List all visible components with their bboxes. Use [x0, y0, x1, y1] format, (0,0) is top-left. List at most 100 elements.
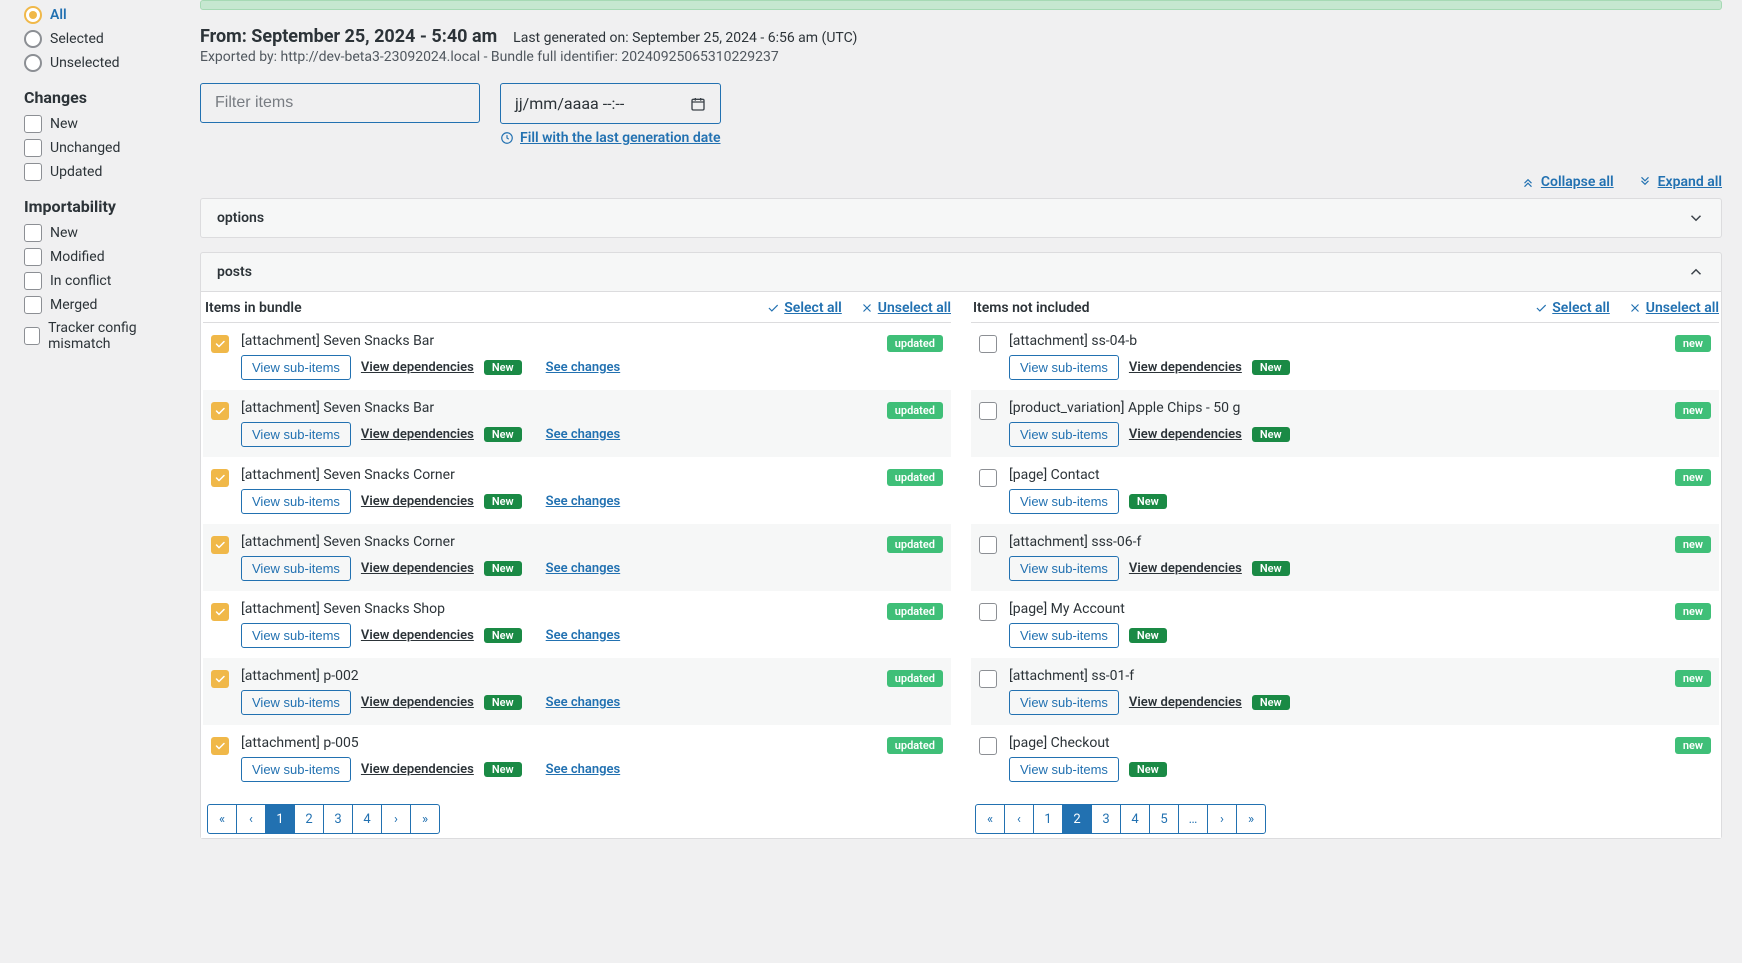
item-checkbox[interactable] [211, 670, 229, 688]
status-badge: updated [887, 603, 943, 620]
item-checkbox[interactable] [211, 402, 229, 420]
view-dependencies-link[interactable]: View dependencies [361, 561, 474, 576]
item-checkbox[interactable] [211, 603, 229, 621]
view-sub-items-button[interactable]: View sub-items [1009, 690, 1119, 715]
see-changes-link[interactable]: See changes [546, 762, 621, 777]
item-main: [attachment] Seven Snacks ShopView sub-i… [241, 601, 875, 648]
importability-in-conflict[interactable]: In conflict [24, 272, 184, 290]
selection-selected[interactable]: Selected [24, 30, 184, 48]
pagination-left: «‹1234›» [207, 804, 951, 834]
close-icon [860, 301, 874, 315]
view-sub-items-button[interactable]: View sub-items [1009, 355, 1119, 380]
page-button[interactable]: 5 [1149, 804, 1179, 834]
changes-new[interactable]: New [24, 115, 184, 133]
view-sub-items-button[interactable]: View sub-items [241, 556, 351, 581]
item-checkbox[interactable] [979, 402, 997, 420]
view-dependencies-link[interactable]: View dependencies [1129, 360, 1242, 375]
item-main: [attachment] p-002View sub-itemsView dep… [241, 668, 875, 715]
view-sub-items-button[interactable]: View sub-items [1009, 757, 1119, 782]
view-dependencies-link[interactable]: View dependencies [361, 494, 474, 509]
see-changes-link[interactable]: See changes [546, 360, 621, 375]
page-button[interactable]: › [381, 804, 411, 834]
importability-heading: Importability [24, 197, 184, 216]
panel-posts-header[interactable]: posts [201, 253, 1721, 291]
item-checkbox[interactable] [979, 603, 997, 621]
date-input[interactable]: jj/mm/aaaa --:-- [500, 83, 721, 124]
view-dependencies-link[interactable]: View dependencies [361, 628, 474, 643]
importability-new[interactable]: New [24, 224, 184, 242]
select-all-link[interactable]: Select all [1534, 300, 1610, 316]
page-button[interactable]: » [1236, 804, 1266, 834]
select-all-link[interactable]: Select all [766, 300, 842, 316]
page-button[interactable]: 2 [294, 804, 324, 834]
unselect-all-link[interactable]: Unselect all [1628, 300, 1719, 316]
filter-input[interactable] [200, 83, 480, 123]
view-sub-items-button[interactable]: View sub-items [241, 690, 351, 715]
item-checkbox[interactable] [979, 335, 997, 353]
status-badge: new [1675, 469, 1711, 486]
item-checkbox[interactable] [979, 737, 997, 755]
status-badge: updated [887, 670, 943, 687]
importability-modified[interactable]: Modified [24, 248, 184, 266]
item-checkbox[interactable] [979, 469, 997, 487]
changes-unchanged[interactable]: Unchanged [24, 139, 184, 157]
importability-merged[interactable]: Merged [24, 296, 184, 314]
see-changes-link[interactable]: See changes [546, 628, 621, 643]
see-changes-link[interactable]: See changes [546, 695, 621, 710]
fill-date-link[interactable]: Fill with the last generation date [500, 130, 721, 146]
view-sub-items-button[interactable]: View sub-items [241, 757, 351, 782]
page-button[interactable]: « [207, 804, 237, 834]
view-sub-items-button[interactable]: View sub-items [241, 355, 351, 380]
page-button[interactable]: » [410, 804, 440, 834]
page-button[interactable]: 1 [1033, 804, 1063, 834]
selection-all[interactable]: All [24, 6, 184, 24]
view-dependencies-link[interactable]: View dependencies [361, 360, 474, 375]
view-dependencies-link[interactable]: View dependencies [1129, 561, 1242, 576]
view-sub-items-button[interactable]: View sub-items [241, 422, 351, 447]
see-changes-link[interactable]: See changes [546, 427, 621, 442]
item-actions: View sub-itemsView dependenciesNewSee ch… [241, 556, 875, 581]
col-title: Items in bundle [203, 300, 302, 316]
page-button[interactable]: 4 [1120, 804, 1150, 834]
page-button[interactable]: ‹ [1004, 804, 1034, 834]
page-button[interactable]: 3 [323, 804, 353, 834]
selection-unselected[interactable]: Unselected [24, 54, 184, 72]
item-checkbox[interactable] [979, 536, 997, 554]
view-dependencies-link[interactable]: View dependencies [1129, 695, 1242, 710]
page-button[interactable]: › [1207, 804, 1237, 834]
collapse-all-link[interactable]: Collapse all [1521, 174, 1614, 190]
panel-options-header[interactable]: options [201, 199, 1721, 237]
page-button[interactable]: ‹ [236, 804, 266, 834]
view-dependencies-link[interactable]: View dependencies [1129, 427, 1242, 442]
page-button[interactable]: 4 [352, 804, 382, 834]
page-button[interactable]: 1 [265, 804, 295, 834]
view-sub-items-button[interactable]: View sub-items [1009, 489, 1119, 514]
changes-updated[interactable]: Updated [24, 163, 184, 181]
view-sub-items-button[interactable]: View sub-items [1009, 623, 1119, 648]
importability-tracker-config-mismatch[interactable]: Tracker config mismatch [24, 320, 184, 352]
page-button[interactable]: 2 [1062, 804, 1092, 834]
page-button[interactable]: 3 [1091, 804, 1121, 834]
expand-all-link[interactable]: Expand all [1638, 174, 1722, 190]
item-main: [attachment] Seven Snacks BarView sub-it… [241, 333, 875, 380]
view-dependencies-link[interactable]: View dependencies [361, 427, 474, 442]
view-sub-items-button[interactable]: View sub-items [241, 489, 351, 514]
item-checkbox[interactable] [211, 469, 229, 487]
see-changes-link[interactable]: See changes [546, 494, 621, 509]
item-checkbox[interactable] [211, 737, 229, 755]
view-dependencies-link[interactable]: View dependencies [361, 762, 474, 777]
item-main: [attachment] Seven Snacks CornerView sub… [241, 467, 875, 514]
checkbox-icon [24, 272, 42, 290]
checkbox-label: Merged [50, 297, 97, 313]
item-checkbox[interactable] [979, 670, 997, 688]
status-badge: new [1675, 335, 1711, 352]
view-dependencies-link[interactable]: View dependencies [361, 695, 474, 710]
view-sub-items-button[interactable]: View sub-items [1009, 556, 1119, 581]
page-button[interactable]: « [975, 804, 1005, 834]
unselect-all-link[interactable]: Unselect all [860, 300, 951, 316]
view-sub-items-button[interactable]: View sub-items [1009, 422, 1119, 447]
see-changes-link[interactable]: See changes [546, 561, 621, 576]
item-checkbox[interactable] [211, 536, 229, 554]
item-checkbox[interactable] [211, 335, 229, 353]
view-sub-items-button[interactable]: View sub-items [241, 623, 351, 648]
